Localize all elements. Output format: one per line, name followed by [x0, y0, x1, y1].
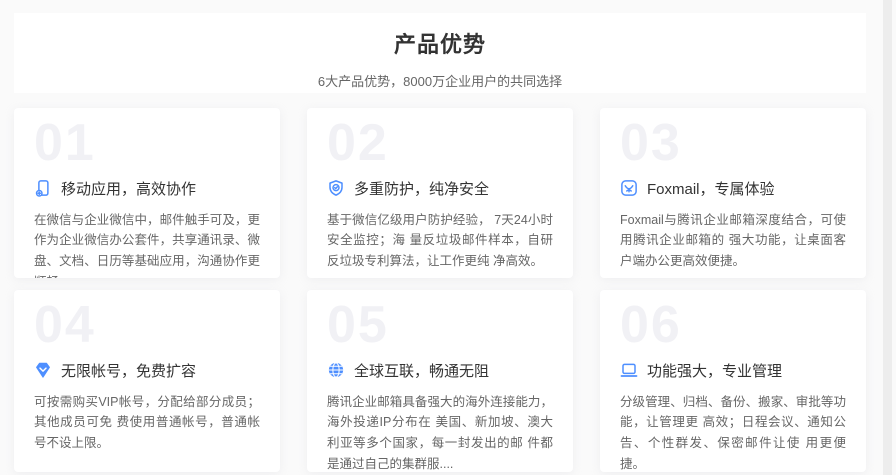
- card-description: 可按需购买VIP帐号，分配给部分成员；其他成员可免 费使用普通帐号，普通帐号不设…: [34, 392, 260, 455]
- advantage-card-security: 02 多重防护，纯净安全 基于微信亿级用户防护经验， 7天24小时安全监控；海 …: [307, 108, 573, 278]
- foxmail-icon: [620, 179, 638, 197]
- advantage-card-mobile: 01 移动应用，高效协作 在微信与企业微信中，邮件触手可及，更作为企业微信办公套…: [14, 108, 280, 278]
- card-title: 功能强大，专业管理: [647, 360, 782, 381]
- laptop-icon: [620, 361, 638, 379]
- card-number: 02: [327, 116, 553, 171]
- section-title: 产品优势: [14, 27, 866, 59]
- card-title: 无限帐号，免费扩容: [61, 360, 196, 381]
- card-title: 全球互联，畅通无阻: [354, 360, 489, 381]
- mobile-device-icon: [34, 179, 52, 197]
- advantage-card-global: 05 全球互联，畅通无阻 腾讯企业邮箱具备强大的海外连接能力，海外投递IP分布在…: [307, 290, 573, 472]
- section-header: 产品优势 6大产品优势，8000万企业用户的共同选择: [14, 13, 866, 93]
- globe-icon: [327, 361, 345, 379]
- advantage-cards-grid: 01 移动应用，高效协作 在微信与企业微信中，邮件触手可及，更作为企业微信办公套…: [14, 108, 866, 472]
- card-description: 分级管理、归档、备份、搬家、审批等功能，让管理更 高效；日程会议、通知公告、个性…: [620, 392, 846, 472]
- advantage-card-accounts: 04 无限帐号，免费扩容 可按需购买VIP帐号，分配给部分成员；其他成员可免 费…: [14, 290, 280, 472]
- card-number: 03: [620, 116, 846, 171]
- card-title: Foxmail，专属体验: [647, 178, 775, 199]
- card-description: 在微信与企业微信中，邮件触手可及，更作为企业微信办公套件，共享通讯录、微盘、文档…: [34, 210, 260, 278]
- card-number: 04: [34, 298, 260, 353]
- advantage-card-management: 06 功能强大，专业管理 分级管理、归档、备份、搬家、审批等功能，让管理更 高效…: [600, 290, 866, 472]
- shield-check-icon: [327, 179, 345, 197]
- card-number: 01: [34, 116, 260, 171]
- card-number: 05: [327, 298, 553, 353]
- card-number: 06: [620, 298, 846, 353]
- product-advantages-section: 产品优势 6大产品优势，8000万企业用户的共同选择 01 移动应用，高效协作 …: [0, 0, 896, 475]
- card-title: 多重防护，纯净安全: [354, 178, 489, 199]
- card-title: 移动应用，高效协作: [61, 178, 196, 199]
- card-description: 基于微信亿级用户防护经验， 7天24小时安全监控；海 量反垃圾邮件样本，自研反垃…: [327, 210, 553, 273]
- diamond-icon: [34, 361, 52, 379]
- card-description: Foxmail与腾讯企业邮箱深度结合，可使用腾讯企业邮箱的 强大功能，让桌面客户…: [620, 210, 846, 273]
- section-subtitle: 6大产品优势，8000万企业用户的共同选择: [14, 71, 866, 90]
- card-description: 腾讯企业邮箱具备强大的海外连接能力，海外投递IP分布在 美国、新加坡、澳大利亚等…: [327, 392, 553, 472]
- advantage-card-foxmail: 03 Foxmail，专属体验 Foxmail与腾讯企业邮箱深度结合，可使用腾讯…: [600, 108, 866, 278]
- vertical-scrollbar[interactable]: [883, 0, 892, 475]
